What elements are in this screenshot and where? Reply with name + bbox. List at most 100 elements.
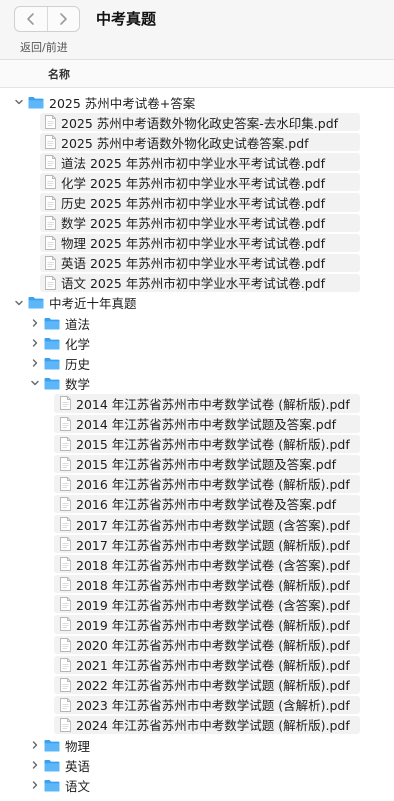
nav-caption: 返回/前进 [20, 41, 68, 54]
forward-button[interactable] [46, 7, 80, 31]
column-header-name[interactable]: 名称 [0, 60, 394, 88]
folder-icon [44, 357, 60, 370]
file-row[interactable]: 2015 年江苏省苏州市中考数学试题及答案.pdf [0, 454, 394, 474]
file-name: 化学 2025 年苏州市初中学业水平考试试卷.pdf [61, 175, 326, 191]
file-name: 语文 2025 年苏州市初中学业水平考试试卷.pdf [61, 276, 326, 292]
pdf-file-icon [60, 416, 71, 431]
file-name: 数学 2025 年苏州市初中学业水平考试试卷.pdf [61, 216, 326, 232]
file-row[interactable]: 历史 2025 年苏州市初中学业水平考试试卷.pdf [0, 192, 394, 212]
pdf-file-icon [60, 617, 71, 632]
folder-icon [44, 759, 60, 772]
folder-icon [28, 96, 44, 109]
pdf-file-icon [60, 577, 71, 592]
pdf-file-icon [45, 275, 56, 290]
file-row[interactable]: 英语 2025 年苏州市初中学业水平考试试卷.pdf [0, 253, 394, 273]
folder-name: 2025 苏州中考试卷+答案 [49, 95, 196, 111]
file-name: 2020 年江苏省苏州市中考数学试卷 (解析版).pdf [76, 638, 350, 654]
file-name: 物理 2025 年苏州市初中学业水平考试试卷.pdf [61, 236, 326, 252]
file-row[interactable]: 2021 年江苏省苏州市中考数学试卷 (解析版).pdf [0, 655, 394, 675]
chevron-right-icon[interactable] [30, 780, 40, 790]
file-row[interactable]: 道法 2025 年苏州市初中学业水平考试试卷.pdf [0, 152, 394, 172]
file-row[interactable]: 物理 2025 年苏州市初中学业水平考试试卷.pdf [0, 233, 394, 253]
pdf-file-icon [60, 396, 71, 411]
file-row[interactable]: 语文 2025 年苏州市初中学业水平考试试卷.pdf [0, 273, 394, 293]
folder-icon [44, 337, 60, 350]
pdf-file-icon [60, 637, 71, 652]
folder-icon [44, 739, 60, 752]
chevron-right-icon[interactable] [30, 318, 40, 328]
file-row[interactable]: 2025 苏州中考语数外物化政史试卷答案.pdf [0, 132, 394, 152]
file-name: 历史 2025 年苏州市初中学业水平考试试卷.pdf [61, 196, 326, 212]
file-row[interactable]: 2014 年江苏省苏州市中考数学试题及答案.pdf [0, 414, 394, 434]
file-name: 2025 苏州中考语数外物化政史试卷答案.pdf [61, 135, 309, 151]
window-title: 中考真题 [96, 10, 157, 28]
file-row[interactable]: 2025 苏州中考语数外物化政史答案-去水印集.pdf [0, 112, 394, 132]
folder-name: 中考近十年真题 [49, 296, 137, 312]
folder-row[interactable]: 中考近十年真题 [0, 293, 394, 313]
folder-row[interactable]: 数学 [0, 373, 394, 393]
file-name: 2018 年江苏省苏州市中考数学试卷 (含答案).pdf [76, 557, 350, 573]
folder-name: 道法 [65, 316, 91, 332]
file-row[interactable]: 2023 年江苏省苏州市中考数学试题 (含解析).pdf [0, 695, 394, 715]
folder-row[interactable]: 历史 [0, 353, 394, 373]
file-row[interactable]: 2018 年江苏省苏州市中考数学试卷 (解析版).pdf [0, 574, 394, 594]
file-name: 2015 年江苏省苏州市中考数学试卷 (解析版).pdf [76, 437, 350, 453]
chevron-down-icon[interactable] [14, 298, 24, 308]
back-button[interactable] [15, 7, 47, 31]
file-name: 2019 年江苏省苏州市中考数学试卷 (含答案).pdf [76, 597, 350, 613]
file-row[interactable]: 2024 年江苏省苏州市中考数学试题 (解析版).pdf [0, 715, 394, 735]
file-name: 2023 年江苏省苏州市中考数学试题 (含解析).pdf [76, 698, 350, 714]
folder-name: 化学 [65, 336, 91, 352]
file-row[interactable]: 数学 2025 年苏州市初中学业水平考试试卷.pdf [0, 213, 394, 233]
file-row[interactable]: 2022 年江苏省苏州市中考数学试题 (解析版).pdf [0, 675, 394, 695]
folder-row[interactable]: 物理 [0, 735, 394, 755]
file-row[interactable]: 2015 年江苏省苏州市中考数学试卷 (解析版).pdf [0, 434, 394, 454]
folder-row[interactable]: 道法 [0, 313, 394, 333]
folder-row[interactable]: 化学 [0, 333, 394, 353]
file-row[interactable]: 2017 年江苏省苏州市中考数学试题 (含答案).pdf [0, 514, 394, 534]
back-forward-control [14, 6, 80, 32]
file-row[interactable]: 2019 年江苏省苏州市中考数学试卷 (含答案).pdf [0, 594, 394, 614]
folder-row[interactable]: 语文 [0, 775, 394, 795]
chevron-right-icon[interactable] [30, 740, 40, 750]
pdf-file-icon [45, 115, 56, 130]
file-name: 英语 2025 年苏州市初中学业水平考试试卷.pdf [61, 256, 326, 272]
file-name: 2014 年江苏省苏州市中考数学试卷 (解析版).pdf [76, 396, 350, 412]
file-row[interactable]: 2016 年江苏省苏州市中考数学试卷及答案.pdf [0, 494, 394, 514]
file-name: 2015 年江苏省苏州市中考数学试题及答案.pdf [76, 457, 337, 473]
chevron-right-icon[interactable] [30, 358, 40, 368]
pdf-file-icon [60, 517, 71, 531]
file-name: 2018 年江苏省苏州市中考数学试卷 (解析版).pdf [76, 577, 350, 593]
file-row[interactable]: 2016 年江苏省苏州市中考数学试卷 (解析版).pdf [0, 474, 394, 494]
pdf-file-icon [45, 235, 56, 250]
file-name: 2014 年江苏省苏州市中考数学试题及答案.pdf [76, 417, 337, 433]
file-list: 2025 苏州中考试卷+答案 2025 苏州中考语数外物化政史答案-去水印集.pd… [0, 92, 394, 795]
file-row[interactable]: 2020 年江苏省苏州市中考数学试卷 (解析版).pdf [0, 635, 394, 655]
chevron-right-icon[interactable] [30, 338, 40, 348]
chevron-right-icon [60, 13, 68, 25]
folder-icon [44, 779, 60, 792]
file-name: 2017 年江苏省苏州市中考数学试题 (含答案).pdf [76, 517, 350, 533]
pdf-file-icon [60, 697, 71, 712]
file-name: 2019 年江苏省苏州市中考数学试卷 (解析版).pdf [76, 617, 350, 633]
pdf-file-icon [60, 557, 71, 572]
file-row[interactable]: 2018 年江苏省苏州市中考数学试卷 (含答案).pdf [0, 554, 394, 574]
folder-row[interactable]: 英语 [0, 755, 394, 775]
chevron-down-icon[interactable] [14, 97, 24, 107]
folder-icon [44, 377, 60, 390]
chevron-right-icon[interactable] [30, 760, 40, 770]
folder-name: 物理 [65, 738, 91, 754]
file-name: 2017 年江苏省苏州市中考数学试题 (解析版).pdf [76, 537, 350, 553]
pdf-file-icon [45, 195, 56, 210]
folder-name: 数学 [65, 376, 91, 392]
chevron-down-icon[interactable] [30, 378, 40, 388]
pdf-file-icon [45, 175, 56, 190]
file-row[interactable]: 2014 年江苏省苏州市中考数学试卷 (解析版).pdf [0, 393, 394, 413]
file-row[interactable]: 2019 年江苏省苏州市中考数学试卷 (解析版).pdf [0, 614, 394, 634]
file-name: 2024 年江苏省苏州市中考数学试题 (解析版).pdf [76, 718, 350, 734]
file-name: 2025 苏州中考语数外物化政史答案-去水印集.pdf [61, 115, 339, 131]
folder-row[interactable]: 2025 苏州中考试卷+答案 [0, 92, 394, 112]
pdf-file-icon [60, 496, 71, 511]
file-row[interactable]: 化学 2025 年苏州市初中学业水平考试试卷.pdf [0, 172, 394, 192]
file-row[interactable]: 2017 年江苏省苏州市中考数学试题 (解析版).pdf [0, 534, 394, 554]
